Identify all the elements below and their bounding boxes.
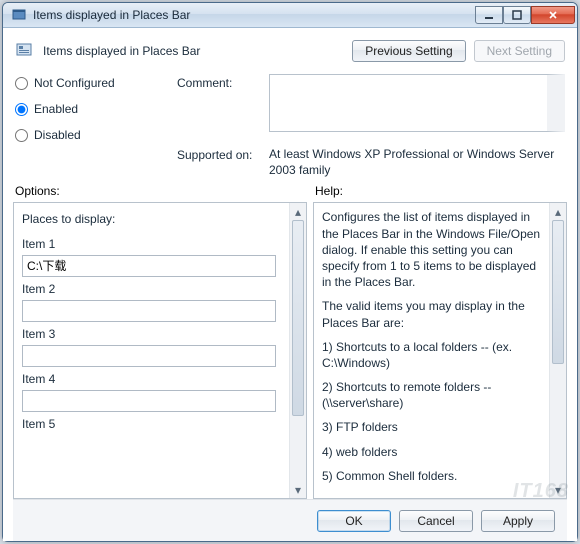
help-text: Configures the list of items displayed i… <box>322 209 545 290</box>
item2-label: Item 2 <box>22 281 285 297</box>
help-text: The valid items you may display in the P… <box>322 298 545 330</box>
item5-label: Item 5 <box>22 416 285 432</box>
window-title: Items displayed in Places Bar <box>33 8 475 22</box>
item2-input[interactable] <box>22 300 276 322</box>
item3-input[interactable] <box>22 345 276 367</box>
radio-enabled[interactable]: Enabled <box>15 102 163 116</box>
apply-button[interactable]: Apply <box>481 510 555 532</box>
help-scrollbar[interactable]: ▴ ▾ <box>549 203 566 498</box>
supported-on-value: At least Windows XP Professional or Wind… <box>269 146 565 178</box>
radio-disabled[interactable]: Disabled <box>15 128 163 142</box>
titlebar[interactable]: Items displayed in Places Bar <box>3 3 577 28</box>
close-button[interactable] <box>531 6 575 24</box>
help-text: 2) Shortcuts to remote folders -- (\\ser… <box>322 379 545 411</box>
minimize-button[interactable] <box>475 6 503 24</box>
options-section-label: Options: <box>15 184 315 198</box>
item1-input[interactable] <box>22 255 276 277</box>
previous-setting-button[interactable]: Previous Setting <box>352 40 465 62</box>
cancel-button[interactable]: Cancel <box>399 510 473 532</box>
dialog-window: Items displayed in Places Bar Items disp… <box>2 2 578 542</box>
help-pane: Configures the list of items displayed i… <box>313 202 567 499</box>
scroll-up-icon[interactable]: ▴ <box>290 203 306 220</box>
radio-not-configured[interactable]: Not Configured <box>15 76 163 90</box>
comment-textarea[interactable] <box>269 74 565 132</box>
item1-label: Item 1 <box>22 236 285 252</box>
policy-icon <box>15 41 35 61</box>
help-text: 4) web folders <box>322 444 545 460</box>
item4-label: Item 4 <box>22 371 285 387</box>
supported-on-label: Supported on: <box>177 146 269 162</box>
header-label: Items displayed in Places Bar <box>43 44 344 58</box>
help-text: 3) FTP folders <box>322 419 545 435</box>
ok-button[interactable]: OK <box>317 510 391 532</box>
help-text: 5) Common Shell folders. <box>322 468 545 484</box>
scroll-up-icon[interactable]: ▴ <box>550 203 566 220</box>
state-radio-group: Not Configured Enabled Disabled <box>15 74 163 178</box>
app-icon <box>11 7 27 23</box>
options-scrollbar[interactable]: ▴ ▾ <box>289 203 306 498</box>
help-text: 1) Shortcuts to a local folders -- (ex. … <box>322 339 545 371</box>
item4-input[interactable] <box>22 390 276 412</box>
item3-label: Item 3 <box>22 326 285 342</box>
next-setting-button: Next Setting <box>474 40 565 62</box>
options-pane: Places to display: Item 1 Item 2 Item 3 … <box>13 202 307 499</box>
button-bar: OK Cancel Apply <box>13 499 567 541</box>
maximize-button[interactable] <box>503 6 531 24</box>
content-area: Items displayed in Places Bar Previous S… <box>3 28 577 541</box>
options-group-title: Places to display: <box>22 211 285 227</box>
help-section-label: Help: <box>315 184 343 198</box>
comment-label: Comment: <box>177 74 269 90</box>
scroll-down-icon[interactable]: ▾ <box>550 481 566 498</box>
scroll-down-icon[interactable]: ▾ <box>290 481 306 498</box>
